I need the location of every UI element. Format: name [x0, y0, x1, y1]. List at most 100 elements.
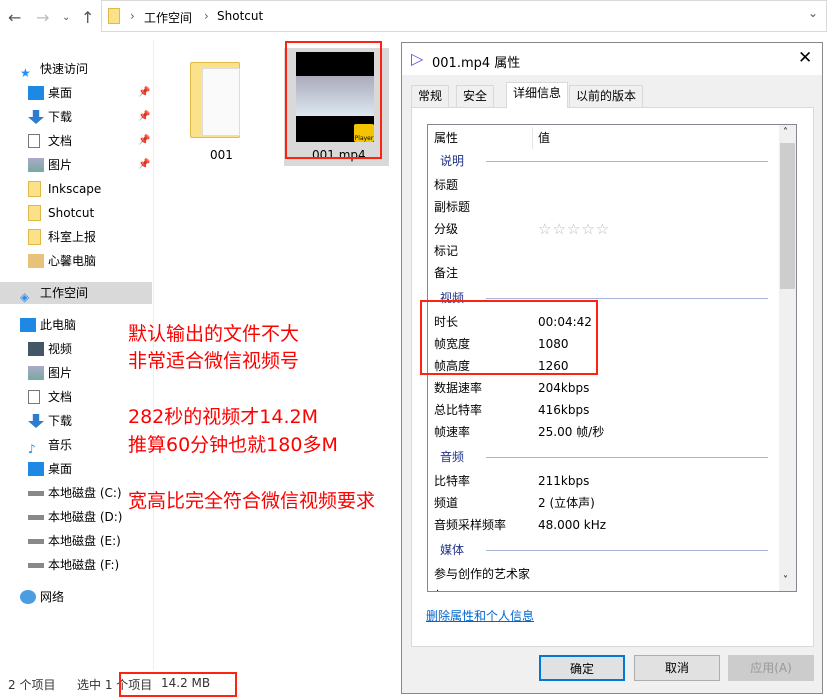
tab-3[interactable]: 以前的版本 — [569, 85, 644, 107]
remove-properties-link[interactable]: 删除属性和个人信息 — [426, 607, 534, 624]
property-row[interactable]: 参与创作的艺术家 — [434, 564, 530, 584]
annotation: 默认输出的文件不大 — [128, 323, 300, 345]
drive-icon — [28, 491, 44, 496]
download-icon — [28, 414, 44, 428]
desktop-icon — [28, 462, 44, 476]
drive-icon — [28, 563, 44, 568]
pin-icon[interactable]: 📌 — [138, 135, 150, 146]
address-dropdown[interactable]: ⌄ — [808, 6, 818, 20]
drive-icon — [28, 539, 44, 544]
annotation: 非常适合微信视频号 — [128, 350, 300, 372]
folder-icon — [28, 229, 41, 245]
property-row[interactable]: 总比特率 416kbps — [434, 400, 589, 420]
property-row[interactable]: 年 — [434, 586, 446, 591]
app-folder-icon — [28, 254, 44, 268]
file-item-001[interactable]: 001 — [190, 58, 250, 162]
property-value: 416kbps — [538, 403, 590, 417]
ok-button[interactable]: 确定 — [539, 655, 625, 681]
property-row[interactable]: 频道 2 (立体声) — [434, 493, 595, 513]
annotation: 宽高比完全符合微信视频要求 — [128, 490, 376, 512]
property-row[interactable]: 音频采样频率 48.000 kHz — [434, 515, 606, 535]
back-button[interactable]: ← — [8, 8, 21, 27]
property-name: 副标题 — [434, 200, 471, 214]
scroll-down-icon[interactable]: ˅ — [783, 575, 788, 586]
apply-button[interactable]: 应用(A) — [728, 655, 814, 681]
sidebar-item[interactable]: 科室上报 — [0, 226, 152, 248]
property-name: 标记 — [434, 244, 459, 258]
sidebar-item[interactable]: 桌面 — [0, 82, 152, 104]
file-name: 001 — [210, 148, 233, 162]
folder-icon — [28, 181, 41, 197]
download-icon — [28, 110, 44, 124]
scroll-thumb[interactable] — [780, 143, 795, 289]
property-value: 25.00 帧/秒 — [538, 425, 605, 439]
address-bar[interactable]: › 工作空间 › Shotcut ⌄ — [101, 0, 827, 32]
recent-dropdown[interactable]: ⌄ — [62, 12, 70, 23]
pin-icon[interactable]: 📌 — [138, 111, 150, 122]
highlight-box — [420, 300, 598, 375]
tab-2[interactable]: 详细信息 — [506, 82, 569, 108]
up-button[interactable]: ↑ — [81, 8, 94, 27]
tab-1[interactable]: 安全 — [456, 85, 495, 107]
sidebar-item[interactable]: 心馨电脑 — [0, 250, 152, 272]
tab-0[interactable]: 常规 — [411, 85, 450, 107]
dialog-title: 001.mp4 属性 — [432, 56, 521, 71]
property-name: 音频采样频率 — [434, 518, 507, 532]
scroll-up-icon[interactable]: ˄ — [783, 127, 788, 138]
property-name: 分级 — [434, 222, 459, 236]
drive-icon — [28, 515, 44, 520]
network-icon — [20, 590, 36, 604]
sidebar-item[interactable]: 图片 — [0, 154, 152, 176]
property-row[interactable]: 副标题 — [434, 197, 470, 217]
annotation: 推算60分钟也就180多M — [128, 434, 338, 456]
forward-button[interactable]: → — [36, 8, 49, 27]
column-header-value[interactable]: 值 — [538, 128, 550, 148]
sidebar-item[interactable]: Shotcut — [0, 202, 152, 224]
sidebar-item[interactable]: 本地磁盘 (E:) — [0, 530, 152, 552]
group-header[interactable]: 音频 — [440, 447, 464, 467]
property-row[interactable]: 分级 ☆☆☆☆☆ — [434, 219, 609, 239]
sidebar-item[interactable]: 下载 — [0, 106, 152, 128]
property-name: 比特率 — [434, 474, 471, 488]
group-header[interactable]: 媒体 — [440, 540, 464, 560]
property-row[interactable]: 比特率 211kbps — [434, 471, 589, 491]
breadcrumb-item[interactable]: 工作空间 — [144, 9, 192, 26]
sidebar-item[interactable]: 文档 — [0, 130, 152, 152]
sidebar-item-quick-access[interactable]: ★ 快速访问 — [0, 58, 152, 80]
sidebar-item[interactable]: 本地磁盘 (F:) — [0, 554, 152, 576]
property-name: 备注 — [434, 266, 459, 280]
pin-icon[interactable]: 📌 — [138, 87, 150, 98]
close-button[interactable]: ✕ — [798, 48, 812, 68]
folder-icon — [108, 8, 120, 24]
property-name: 标题 — [434, 178, 459, 192]
breadcrumb-item[interactable]: Shotcut — [217, 9, 263, 23]
sidebar-item[interactable]: 桌面 — [0, 458, 152, 480]
property-name: 总比特率 — [434, 403, 483, 417]
property-value: 2 (立体声) — [538, 496, 595, 510]
sidebar-item-network[interactable]: 网络 — [0, 586, 152, 608]
property-value: 204kbps — [538, 381, 590, 395]
scrollbar[interactable]: ˄ ˅ — [779, 125, 796, 591]
property-row[interactable]: 备注 — [434, 263, 458, 283]
column-header-property[interactable]: 属性 — [434, 128, 458, 148]
property-row[interactable]: 标记 — [434, 241, 458, 261]
rating-stars[interactable]: ☆☆☆☆☆ — [538, 219, 610, 239]
property-value: 48.000 kHz — [538, 518, 607, 532]
annotation: 282秒的视频才14.2M — [128, 406, 318, 428]
property-name: 帧速率 — [434, 425, 471, 439]
video-file-icon: ▷ — [411, 49, 424, 68]
document-icon — [28, 390, 40, 404]
pin-icon[interactable]: 📌 — [138, 159, 150, 170]
star-icon: ★ — [20, 66, 31, 80]
property-value: 211kbps — [538, 474, 590, 488]
computer-icon — [20, 318, 36, 332]
sidebar-item-workspace[interactable]: ◈ 工作空间 — [0, 282, 152, 304]
property-row[interactable]: 帧速率 25.00 帧/秒 — [434, 422, 604, 442]
folder-icon — [28, 205, 41, 221]
property-row[interactable]: 数据速率 204kbps — [434, 378, 589, 398]
sidebar-item[interactable]: Inkscape — [0, 178, 152, 200]
property-row[interactable]: 标题 — [434, 175, 458, 195]
property-name: 频道 — [434, 496, 459, 510]
cancel-button[interactable]: 取消 — [634, 655, 720, 681]
group-header[interactable]: 说明 — [440, 151, 464, 171]
